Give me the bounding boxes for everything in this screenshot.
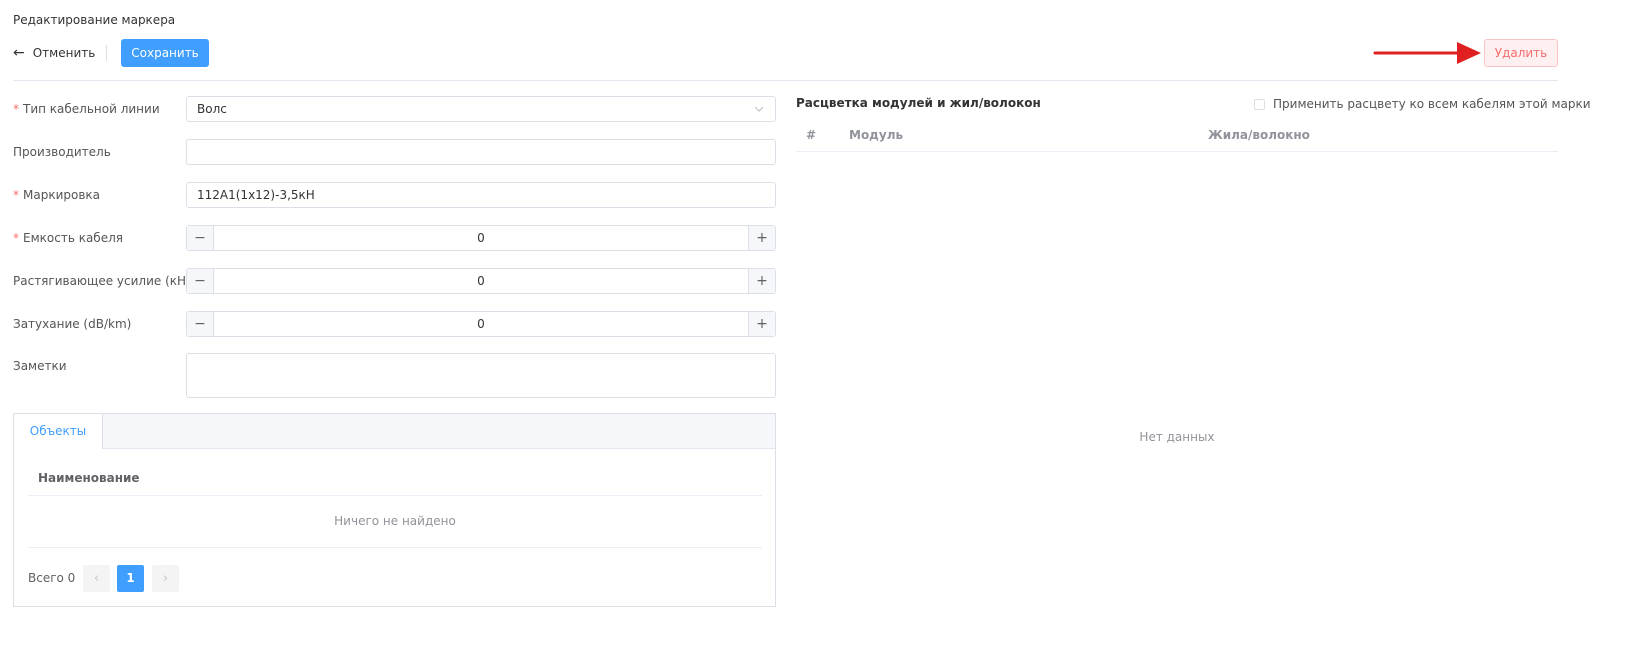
notes-textarea[interactable] — [186, 353, 776, 398]
manufacturer-input[interactable] — [186, 139, 776, 165]
tensile-input[interactable] — [215, 269, 747, 293]
attenuation-decrement-button[interactable]: − — [187, 312, 214, 336]
form-row-cable-type: * Тип кабельной линии Волс — [13, 96, 776, 122]
attenuation-stepper: − + — [186, 311, 776, 337]
pagination-prev-button[interactable]: ‹ — [83, 565, 110, 592]
tensile-label: Растягивающее усилие (кН) — [13, 274, 191, 288]
attenuation-input[interactable] — [215, 312, 747, 336]
required-mark: * — [13, 102, 19, 116]
pagination: Всего 0 ‹ 1 › — [28, 565, 328, 592]
column-header-fiber: Жила/волокно — [1208, 128, 1310, 142]
table-header-divider — [796, 151, 1558, 152]
cable-type-value: Волс — [197, 102, 227, 116]
apply-all-checkbox[interactable]: Применить расцвету ко всем кабелям этой … — [1254, 97, 1591, 111]
capacity-stepper: − + — [186, 225, 776, 251]
cable-type-label: * Тип кабельной линии — [13, 102, 160, 116]
header-divider — [13, 80, 1558, 81]
pagination-page-button[interactable]: 1 — [117, 565, 144, 592]
table-divider — [28, 547, 762, 548]
marking-input[interactable] — [186, 182, 776, 208]
form-row-tensile: Растягивающее усилие (кН) − + — [13, 268, 776, 294]
apply-all-label: Применить расцвету ко всем кабелям этой … — [1273, 97, 1591, 111]
form-row-capacity: *Емкость кабеля − + — [13, 225, 776, 251]
chevron-left-icon: ‹ — [93, 571, 100, 586]
chevron-down-icon — [754, 106, 764, 112]
page-title: Редактирование маркера — [13, 13, 176, 27]
cancel-button[interactable]: ← Отменить — [13, 39, 95, 67]
checkbox-icon — [1254, 98, 1265, 110]
form-row-manufacturer: Производитель — [13, 139, 776, 165]
annotation-arrow-icon — [1373, 42, 1481, 64]
capacity-increment-button[interactable]: + — [748, 226, 775, 250]
cable-type-select[interactable]: Волс — [186, 96, 776, 122]
save-button[interactable]: Сохранить — [121, 39, 209, 67]
coloring-panel: Расцветка модулей и жил/волокон Применит… — [796, 96, 1591, 596]
tensile-increment-button[interactable]: + — [748, 269, 775, 293]
tensile-decrement-button[interactable]: − — [187, 269, 214, 293]
form-row-notes: Заметки — [13, 353, 776, 398]
capacity-decrement-button[interactable]: − — [187, 226, 214, 250]
required-mark: * — [13, 188, 19, 202]
tensile-stepper: − + — [186, 268, 776, 294]
pagination-next-button[interactable]: › — [152, 565, 179, 592]
marking-label: * Маркировка — [13, 188, 101, 202]
column-header-hash: # — [806, 128, 817, 142]
attenuation-label: Затухание (dB/km) — [13, 317, 132, 331]
attenuation-increment-button[interactable]: + — [748, 312, 775, 336]
form-row-marking: * Маркировка — [13, 182, 776, 208]
table-divider — [28, 495, 762, 496]
cancel-label: Отменить — [32, 46, 96, 60]
column-header-module: Модуль — [849, 128, 904, 142]
objects-panel: Объекты Наименование Ничего не найдено В… — [13, 413, 776, 607]
objects-tabs: Объекты — [14, 414, 775, 449]
required-mark: * — [13, 231, 19, 245]
capacity-label: * Емкость кабеля — [13, 231, 123, 245]
chevron-right-icon: › — [162, 571, 169, 586]
no-data-text: Нет данных — [1139, 430, 1215, 444]
tab-objects[interactable]: Объекты — [14, 414, 103, 449]
delete-button[interactable]: Удалить — [1484, 39, 1558, 67]
pagination-total: Всего 0 — [28, 571, 76, 585]
form-row-attenuation: Затухание (dB/km) − + — [13, 311, 776, 337]
coloring-title: Расцветка модулей и жил/волокон — [796, 96, 1041, 110]
objects-empty-text: Ничего не найдено — [334, 514, 456, 528]
manufacturer-label: Производитель — [13, 145, 111, 159]
toolbar: ← Отменить Сохранить Удалить — [13, 39, 1558, 67]
objects-column-name: Наименование — [38, 471, 140, 485]
toolbar-separator — [106, 45, 107, 61]
capacity-input[interactable] — [215, 226, 747, 250]
notes-label: Заметки — [13, 359, 67, 373]
arrow-left-icon: ← — [13, 45, 25, 61]
